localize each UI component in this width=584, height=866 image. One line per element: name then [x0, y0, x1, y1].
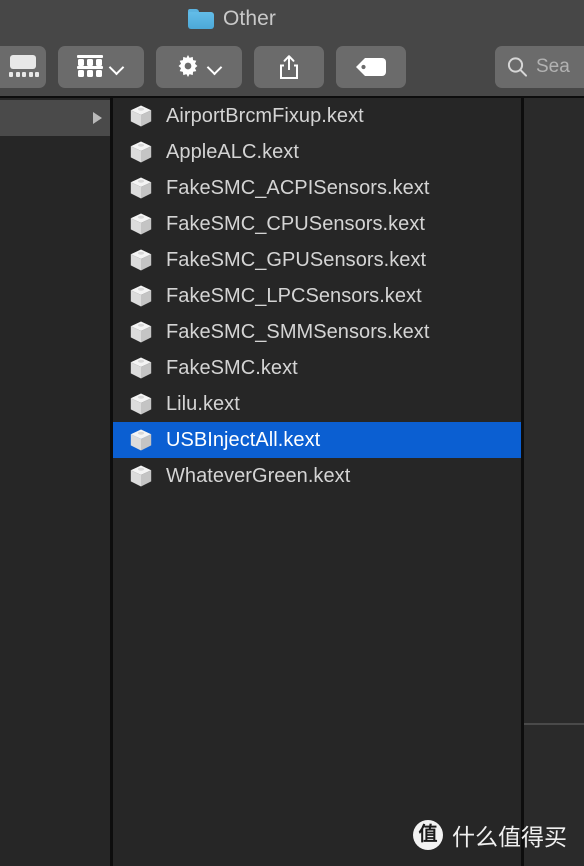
disclosure-triangle-icon	[93, 112, 102, 124]
file-row[interactable]: FakeSMC.kext	[113, 350, 521, 386]
watermark: 值 什么值得买	[413, 818, 567, 852]
page-title: Other	[222, 7, 277, 30]
group-arrange-button[interactable]	[58, 46, 144, 88]
coverflow-view-button[interactable]	[0, 46, 46, 88]
file-name-label: FakeSMC_LPCSensors.kext	[166, 284, 422, 307]
kext-bundle-icon	[128, 391, 154, 417]
kext-bundle-icon	[128, 319, 154, 345]
search-input[interactable]: Sea	[536, 56, 570, 78]
file-name-label: FakeSMC_SMMSensors.kext	[166, 320, 430, 343]
file-row[interactable]: FakeSMC_LPCSensors.kext	[113, 278, 521, 314]
file-row[interactable]: FakeSMC_SMMSensors.kext	[113, 314, 521, 350]
window-titlebar: Other	[0, 0, 584, 38]
file-row[interactable]: FakeSMC_CPUSensors.kext	[113, 206, 521, 242]
kext-bundle-icon	[128, 211, 154, 237]
kext-bundle-icon	[128, 463, 154, 489]
file-name-label: AppleALC.kext	[166, 140, 299, 163]
file-name-label: FakeSMC_GPUSensors.kext	[166, 248, 427, 271]
chevron-down-icon	[207, 59, 223, 75]
file-row[interactable]: Lilu.kext	[113, 386, 521, 422]
file-name-label: FakeSMC.kext	[166, 356, 298, 379]
window-title-group: Other	[187, 7, 277, 31]
file-name-label: WhateverGreen.kext	[166, 464, 351, 487]
coverflow-icon	[8, 55, 39, 79]
tag-icon	[356, 58, 386, 76]
chevron-down-icon	[109, 59, 125, 75]
grid-icon	[77, 55, 103, 79]
file-row[interactable]: AppleALC.kext	[113, 134, 521, 170]
watermark-text: 什么值得买	[452, 824, 567, 850]
file-row[interactable]: FakeSMC_ACPISensors.kext	[113, 170, 521, 206]
kext-bundle-icon	[128, 355, 154, 381]
share-button[interactable]	[254, 46, 324, 88]
kext-bundle-icon	[128, 139, 154, 165]
gear-icon	[175, 54, 201, 80]
kext-bundle-icon	[128, 103, 154, 129]
file-name-label: Lilu.kext	[166, 392, 240, 415]
file-name-label: FakeSMC_CPUSensors.kext	[166, 212, 426, 235]
action-gear-button[interactable]	[156, 46, 242, 88]
file-row[interactable]: AirportBrcmFixup.kext	[113, 98, 521, 134]
folder-icon	[187, 9, 214, 29]
parent-column	[0, 98, 110, 866]
file-name-label: USBInjectAll.kext	[166, 428, 321, 451]
kext-bundle-icon	[128, 283, 154, 309]
column-view-container: AirportBrcmFixup.kext AppleALC.kext Fake…	[0, 96, 584, 866]
file-row[interactable]: USBInjectAll.kext	[113, 422, 521, 458]
kext-bundle-icon	[128, 247, 154, 273]
search-icon	[506, 56, 528, 78]
preview-divider	[524, 723, 584, 725]
finder-window: Other Sea AirportBrcmFixup.kext AppleALC…	[0, 0, 584, 866]
tags-button[interactable]	[336, 46, 406, 88]
share-icon	[277, 54, 301, 80]
file-name-label: FakeSMC_ACPISensors.kext	[166, 176, 430, 199]
file-name-label: AirportBrcmFixup.kext	[166, 104, 364, 127]
search-field[interactable]: Sea	[495, 46, 584, 88]
kext-bundle-icon	[128, 427, 154, 453]
file-row[interactable]: WhateverGreen.kext	[113, 458, 521, 494]
file-row[interactable]: FakeSMC_GPUSensors.kext	[113, 242, 521, 278]
file-list-column: AirportBrcmFixup.kext AppleALC.kext Fake…	[113, 98, 521, 866]
preview-column	[524, 98, 584, 866]
kext-bundle-icon	[128, 175, 154, 201]
parent-column-selected-row[interactable]	[0, 100, 110, 136]
watermark-badge: 值	[413, 820, 443, 850]
